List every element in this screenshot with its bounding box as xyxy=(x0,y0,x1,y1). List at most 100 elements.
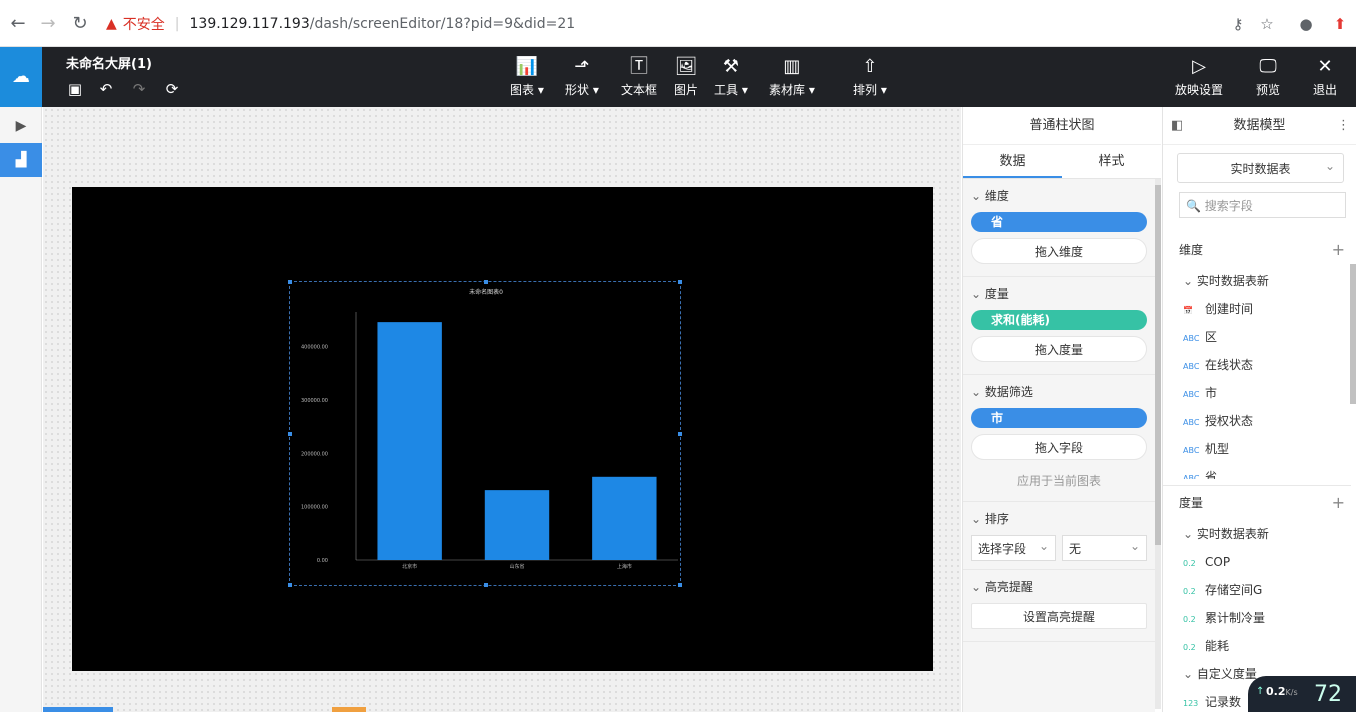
field-item[interactable]: 0.2 存储空间G xyxy=(1163,576,1351,604)
field-item[interactable]: ABC 市 xyxy=(1163,379,1351,407)
add-icon[interactable]: + xyxy=(1332,486,1345,520)
sort-field-select[interactable]: 选择字段 xyxy=(971,533,1056,561)
field-item[interactable]: ABC 在线状态 xyxy=(1163,351,1351,379)
tool-chart[interactable]: 📊 图表 ▾ xyxy=(510,55,544,98)
reload-icon[interactable]: ↻ xyxy=(68,12,92,36)
star-icon[interactable]: ☆ xyxy=(1257,14,1277,34)
exit-button[interactable]: ✕ 退出 xyxy=(1313,55,1337,98)
save-icon[interactable]: ▣ xyxy=(66,80,84,98)
field-item[interactable]: 0.2 累计制冷量 xyxy=(1163,604,1351,632)
measure-section: 度量 求和(能耗) 拖入度量 xyxy=(963,277,1155,375)
bar-chart-widget[interactable]: 未命名图表0 0.00 100000.00 200000.00 300000.00 40… xyxy=(288,280,682,587)
props-title: 普通柱状图 xyxy=(963,107,1161,145)
field-search-input[interactable]: 🔍 搜索字段 xyxy=(1179,192,1346,218)
tab-style[interactable]: 样式 xyxy=(1062,145,1161,178)
close-icon: ✕ xyxy=(1317,56,1333,77)
section-header[interactable]: 数据筛选 xyxy=(971,383,1147,400)
forward-icon[interactable]: → xyxy=(36,12,60,36)
measure-table[interactable]: 实时数据表新 xyxy=(1163,520,1351,548)
refresh-icon[interactable]: ⟳ xyxy=(163,80,181,98)
left-rail: ▶ ▟ xyxy=(0,107,42,712)
tool-textbox[interactable]: 🅃 文本框 xyxy=(621,55,657,98)
panel-toggle-icon[interactable]: ▶ xyxy=(0,109,42,143)
apply-filter-button[interactable]: 应用于当前图表 xyxy=(971,464,1147,493)
resize-handle[interactable] xyxy=(484,583,488,587)
arrange-icon: ⇧ xyxy=(862,56,878,77)
back-icon[interactable]: ← xyxy=(6,12,30,36)
dimension-group: 维度+ 实时数据表新 📅创建时间 ABC区 ABC在线状态 ABC市 ABC授权… xyxy=(1163,233,1351,479)
profile-icon[interactable]: ● xyxy=(1296,14,1316,34)
percent-value: 72 xyxy=(1314,682,1342,707)
tool-arrange[interactable]: ⇧ 排列 ▾ xyxy=(853,55,887,98)
screen-canvas[interactable]: 未命名图表0 0.00 100000.00 200000.00 300000.00 40… xyxy=(72,187,933,671)
dimension-pill[interactable]: 省 xyxy=(971,212,1147,232)
editor-topbar: ☁ 未命名大屏(1) ▣ ↶ ↷ ⟳ 📊 图表 ▾ ⬏ 形状 ▾ 🅃 文本框 🖼… xyxy=(0,47,1356,107)
bottom-tab-indicator xyxy=(43,707,113,712)
bar xyxy=(484,490,550,560)
resize-handle[interactable] xyxy=(288,280,292,284)
dimension-dropzone[interactable]: 拖入维度 xyxy=(971,238,1147,264)
tool-tools[interactable]: ⚒ 工具 ▾ xyxy=(714,55,748,98)
filter-pill[interactable]: 市 xyxy=(971,408,1147,428)
field-item[interactable]: ABC 区 xyxy=(1163,323,1351,351)
source-select[interactable]: 实时数据表 xyxy=(1177,151,1344,183)
field-item[interactable]: ABC 省 xyxy=(1163,463,1351,479)
bar-chart-icon: 📊 xyxy=(515,56,539,77)
x-tick-label: 山东省 xyxy=(509,563,524,570)
preview-button[interactable]: 🖵 预览 xyxy=(1256,55,1280,98)
bar xyxy=(377,322,442,560)
model-scrollbar[interactable] xyxy=(1350,264,1356,404)
model-title: 数据模型 xyxy=(1233,118,1286,133)
key-icon[interactable]: ⚷ xyxy=(1228,14,1248,34)
dimension-section: 维度 省 拖入维度 xyxy=(963,179,1155,277)
field-item[interactable]: 0.2 能耗 xyxy=(1163,632,1351,660)
collapse-panel-icon[interactable]: ◧ xyxy=(1171,107,1183,145)
field-item[interactable]: 📅 创建时间 xyxy=(1163,295,1351,323)
undo-icon[interactable]: ↶ xyxy=(97,80,115,98)
address-bar[interactable]: ▲ 不安全 | 139.129.117.193/dash/screenEdito… xyxy=(106,9,1286,39)
play-settings-button[interactable]: ▷ 放映设置 xyxy=(1175,55,1223,98)
warning-icon: ▲ xyxy=(106,16,117,32)
tool-shape[interactable]: ⬏ 形状 ▾ xyxy=(565,55,599,98)
section-header[interactable]: 高亮提醒 xyxy=(971,578,1147,595)
section-header[interactable]: 维度 xyxy=(971,187,1147,204)
measure-pill[interactable]: 求和(能耗) xyxy=(971,310,1147,330)
y-tick-label: 200000.00 xyxy=(301,451,328,457)
highlight-button[interactable]: 设置高亮提醒 xyxy=(971,603,1147,629)
sort-section: 排序 选择字段 无 xyxy=(963,502,1155,570)
redo-icon[interactable]: ↷ xyxy=(130,80,148,98)
image-icon: 🖼 xyxy=(674,56,698,77)
resize-handle[interactable] xyxy=(288,583,292,587)
resize-handle[interactable] xyxy=(288,432,292,436)
sort-order-select[interactable]: 无 xyxy=(1062,533,1147,561)
more-icon[interactable]: ⋮ xyxy=(1337,107,1350,145)
add-icon[interactable]: + xyxy=(1332,233,1345,267)
measure-header: 度量 + xyxy=(1163,486,1351,520)
resize-handle[interactable] xyxy=(484,280,488,284)
resize-handle[interactable] xyxy=(678,583,682,587)
field-item[interactable]: ABC 机型 xyxy=(1163,435,1351,463)
section-header[interactable]: 度量 xyxy=(971,285,1147,302)
resize-handle[interactable] xyxy=(678,432,682,436)
field-item[interactable]: ABC 授权状态 xyxy=(1163,407,1351,435)
field-item[interactable]: 0.2 COP xyxy=(1163,548,1351,576)
measure-dropzone[interactable]: 拖入度量 xyxy=(971,336,1147,362)
properties-panel: 普通柱状图 数据 样式 维度 省 拖入维度 度量 求和(能耗) 拖入度量 数据筛… xyxy=(962,107,1161,712)
tool-library[interactable]: ▥ 素材库 ▾ xyxy=(769,55,815,98)
section-header[interactable]: 排序 xyxy=(971,510,1147,527)
chart-layer-icon[interactable]: ▟ xyxy=(0,143,42,177)
upload-arrow-icon: ↑ xyxy=(1256,686,1265,697)
logo-icon[interactable]: ☁ xyxy=(0,47,42,107)
hammer-icon: ⚒ xyxy=(722,56,739,77)
resize-handle[interactable] xyxy=(678,280,682,284)
library-icon: ▥ xyxy=(783,56,801,77)
filter-dropzone[interactable]: 拖入字段 xyxy=(971,434,1147,460)
tab-data[interactable]: 数据 xyxy=(963,145,1062,178)
extension-icon[interactable]: ⬆ xyxy=(1330,14,1350,34)
y-tick-label: 0.00 xyxy=(317,558,328,564)
screen-title[interactable]: 未命名大屏(1) xyxy=(66,53,152,72)
dimension-table[interactable]: 实时数据表新 xyxy=(1163,267,1351,295)
shape-icon: ⬏ xyxy=(574,56,590,77)
props-scrollbar[interactable] xyxy=(1155,179,1161,709)
tool-image[interactable]: 🖼 图片 xyxy=(674,55,698,98)
